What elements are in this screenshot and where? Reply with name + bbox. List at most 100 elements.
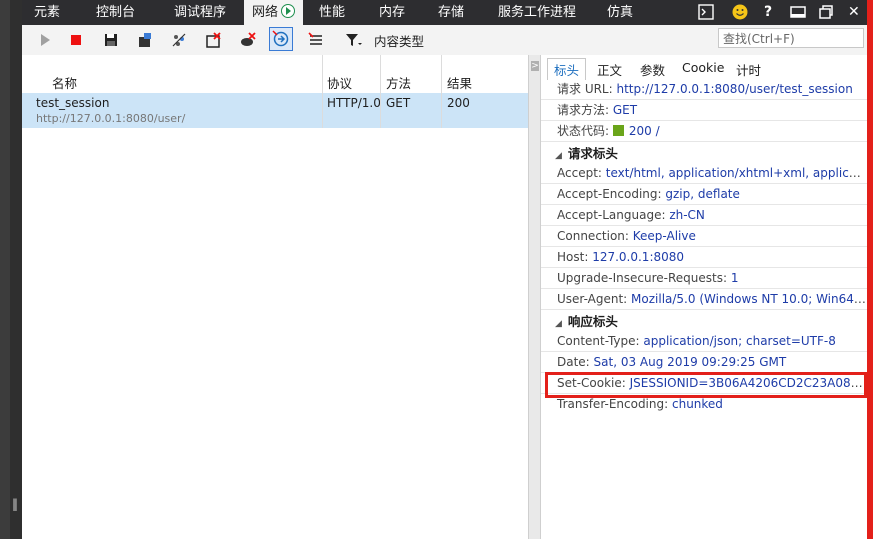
header-row: Connection: Keep-Alive	[541, 226, 867, 247]
tab-storage[interactable]: 存储	[438, 0, 464, 25]
filter-icon[interactable]	[344, 31, 362, 49]
tab-timing[interactable]: 计时	[736, 60, 761, 79]
record-icon[interactable]	[281, 4, 296, 18]
table-row[interactable]: test_session http://127.0.0.1:8080/user/…	[22, 93, 528, 128]
header-key: Upgrade-Insecure-Requests:	[557, 271, 731, 285]
pane-splitter[interactable]: >	[528, 55, 541, 539]
tab-network-label: 网络	[252, 5, 279, 20]
header-value: 127.0.0.1:8080	[592, 250, 685, 264]
clear-session-icon[interactable]	[205, 31, 223, 49]
header-row: Accept: text/html, application/xhtml+xml…	[541, 163, 867, 184]
header-key: Accept-Encoding:	[557, 187, 666, 201]
collapse-triangle-icon: ◢	[555, 319, 562, 329]
devtools-tab-bar: 元素 控制台 调试程序 网络 性能 内存 存储 服务工作进程 仿真 ? ✕	[22, 0, 873, 25]
clear-cache-icon[interactable]	[170, 31, 188, 49]
undock-icon[interactable]	[818, 4, 834, 24]
feedback-smiley-icon[interactable]	[732, 4, 748, 24]
request-url-row: 请求 URL: http://127.0.0.1:8080/user/test_…	[541, 79, 867, 100]
request-result: 200	[447, 96, 470, 110]
details-tabs: 标头 正文 参数 Cookie 计时	[541, 55, 867, 80]
tab-cookie[interactable]: Cookie	[682, 60, 724, 75]
column-header-method[interactable]: 方法	[386, 73, 411, 92]
details-pane: 标头 正文 参数 Cookie 计时 请求 URL: http://127.0.…	[541, 55, 867, 539]
tab-emulation[interactable]: 仿真	[607, 0, 633, 25]
header-row: Upgrade-Insecure-Requests: 1	[541, 268, 867, 289]
request-method: GET	[386, 96, 411, 110]
header-row: Accept-Encoding: gzip, deflate	[541, 184, 867, 205]
request-name: test_session	[36, 96, 110, 110]
header-key: 状态代码:	[557, 124, 613, 138]
play-icon[interactable]	[36, 31, 54, 49]
header-key: Transfer-Encoding:	[557, 397, 672, 411]
save-icon[interactable]	[102, 31, 120, 49]
header-value: Mozilla/5.0 (Windows NT 10.0; Win64; x64…	[631, 292, 867, 306]
tab-debugger[interactable]: 调试程序	[174, 0, 226, 25]
search-input[interactable]: 查找(Ctrl+F)	[718, 28, 864, 48]
header-key: Host:	[557, 250, 593, 264]
header-key: Content-Type:	[557, 334, 644, 348]
header-value: 200 /	[628, 124, 660, 138]
resize-handle[interactable]: ‖	[12, 497, 18, 511]
header-row: User-Agent: Mozilla/5.0 (Windows NT 10.0…	[541, 289, 867, 310]
console-toggle-icon[interactable]	[698, 4, 714, 24]
header-value: Keep-Alive	[632, 229, 696, 243]
left-panel-edge	[10, 0, 22, 539]
list-clear-icon[interactable]	[307, 31, 325, 49]
header-key: Accept-Language:	[557, 208, 670, 222]
collapse-arrow-icon[interactable]: >	[531, 61, 539, 71]
status-ok-icon	[612, 125, 624, 136]
close-icon[interactable]: ✕	[848, 4, 860, 20]
section-title: 响应标头	[567, 314, 618, 329]
collapse-triangle-icon: ◢	[555, 151, 562, 161]
header-value: chunked	[671, 397, 723, 411]
tab-service-workers[interactable]: 服务工作进程	[498, 0, 576, 25]
network-toolbar: 内容类型 查找(Ctrl+F)	[22, 25, 873, 56]
tab-headers[interactable]: 标头	[547, 58, 587, 80]
request-protocol: HTTP/1.0	[327, 96, 381, 110]
header-value: GET	[612, 103, 638, 117]
section-title: 请求标头	[567, 146, 618, 161]
header-row: Accept-Language: zh-CN	[541, 205, 867, 226]
header-value: zh-CN	[669, 208, 705, 222]
tab-performance[interactable]: 性能	[319, 0, 345, 25]
header-key: 请求 URL:	[557, 82, 617, 96]
clear-cookies-icon[interactable]	[239, 31, 257, 49]
right-edge-marker	[867, 0, 873, 539]
header-key: User-Agent:	[557, 292, 632, 306]
column-header-result[interactable]: 结果	[447, 73, 472, 92]
auto-scroll-toggle[interactable]	[269, 27, 293, 51]
header-value: text/html, application/xhtml+xml, applic…	[605, 166, 867, 180]
import-icon[interactable]	[136, 31, 154, 49]
tab-memory[interactable]: 内存	[379, 0, 405, 25]
header-key: Connection:	[557, 229, 633, 243]
header-value: application/json; charset=UTF-8	[643, 334, 836, 348]
tab-console[interactable]: 控制台	[96, 0, 135, 25]
request-list: 名称 协议 方法 结果 test_session http://127.0.0.…	[22, 55, 528, 539]
tab-parameters[interactable]: 参数	[640, 60, 665, 79]
help-icon[interactable]: ?	[764, 4, 772, 20]
dock-icon[interactable]	[790, 4, 806, 24]
header-row: Host: 127.0.0.1:8080	[541, 247, 867, 268]
response-headers-section[interactable]: ◢ 响应标头	[541, 312, 867, 332]
column-divider[interactable]	[441, 55, 442, 128]
tab-network[interactable]: 网络	[244, 0, 304, 25]
column-header-name[interactable]: 名称	[52, 73, 77, 92]
header-value: Sat, 03 Aug 2019 09:29:25 GMT	[593, 355, 787, 369]
header-value: 1	[730, 271, 739, 285]
stop-icon[interactable]	[67, 31, 85, 49]
left-strip	[0, 0, 10, 539]
column-divider[interactable]	[322, 55, 323, 128]
request-url: http://127.0.0.1:8080/user/	[36, 112, 186, 125]
column-header-protocol[interactable]: 协议	[327, 73, 352, 92]
content-type-filter-label[interactable]: 内容类型	[374, 31, 424, 50]
tab-elements[interactable]: 元素	[34, 0, 60, 25]
header-key: Accept:	[557, 166, 606, 180]
header-key: Date:	[557, 355, 594, 369]
request-headers-section[interactable]: ◢ 请求标头	[541, 144, 867, 164]
highlight-box	[545, 372, 867, 398]
header-value: gzip, deflate	[665, 187, 740, 201]
tab-body[interactable]: 正文	[597, 60, 622, 79]
request-list-header: 名称 协议 方法 结果	[22, 55, 528, 94]
column-divider[interactable]	[380, 55, 381, 128]
header-row: Content-Type: application/json; charset=…	[541, 331, 867, 352]
